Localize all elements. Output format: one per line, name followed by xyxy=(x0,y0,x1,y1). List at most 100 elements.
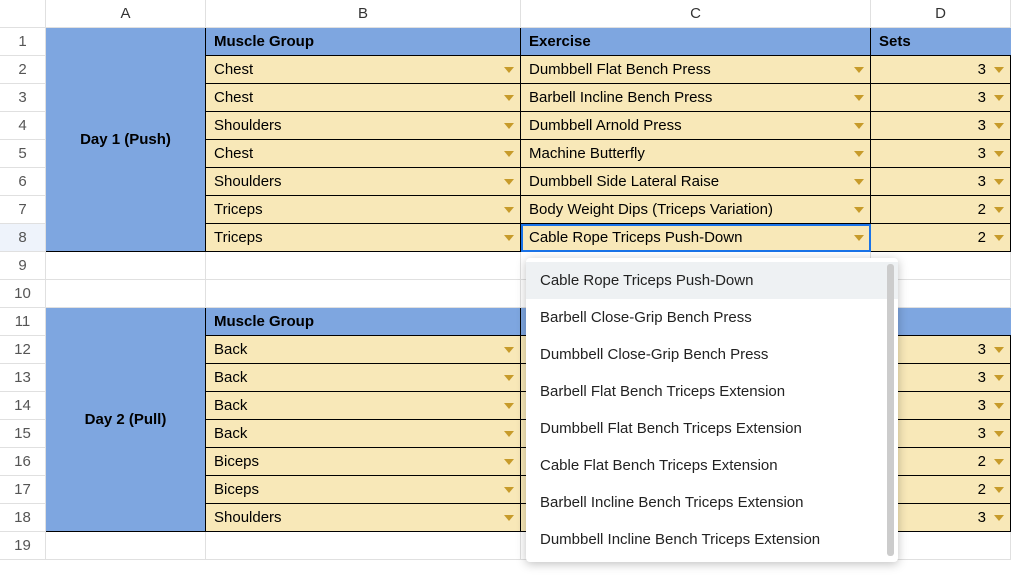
chevron-down-icon xyxy=(504,403,514,409)
row-header-18[interactable]: 18 xyxy=(0,504,46,532)
corner-cell[interactable] xyxy=(0,0,46,28)
dropdown-option[interactable]: Cable Flat Bench Triceps Extension xyxy=(526,447,898,484)
empty-cell[interactable] xyxy=(46,252,206,280)
header-muscle-1[interactable]: Muscle Group xyxy=(206,28,521,56)
cell-text: Dumbbell Flat Bench Press xyxy=(529,61,711,78)
chevron-down-icon xyxy=(994,459,1004,465)
scrollbar[interactable] xyxy=(887,264,894,556)
sets-cell[interactable]: 3 xyxy=(871,140,1011,168)
row-header-19[interactable]: 19 xyxy=(0,532,46,560)
empty-cell[interactable] xyxy=(206,532,521,560)
cell-text: Shoulders xyxy=(214,173,282,190)
muscle-cell[interactable]: Shoulders xyxy=(206,504,521,532)
header-exercise-1[interactable]: Exercise xyxy=(521,28,871,56)
chevron-down-icon xyxy=(994,179,1004,185)
exercise-cell[interactable]: Barbell Incline Bench Press xyxy=(521,84,871,112)
empty-cell[interactable] xyxy=(46,280,206,308)
muscle-cell[interactable]: Triceps xyxy=(206,224,521,252)
sets-cell[interactable]: 2 xyxy=(871,196,1011,224)
muscle-cell[interactable]: Biceps xyxy=(206,448,521,476)
dropdown-option[interactable]: Dumbbell Close-Grip Bench Press xyxy=(526,336,898,373)
row-header-10[interactable]: 10 xyxy=(0,280,46,308)
header-muscle-2[interactable]: Muscle Group xyxy=(206,308,521,336)
muscle-cell[interactable]: Biceps xyxy=(206,476,521,504)
row-header-5[interactable]: 5 xyxy=(0,140,46,168)
chevron-down-icon xyxy=(504,95,514,101)
row-header-6[interactable]: 6 xyxy=(0,168,46,196)
row-header-4[interactable]: 4 xyxy=(0,112,46,140)
row-header-13[interactable]: 13 xyxy=(0,364,46,392)
muscle-cell[interactable]: Chest xyxy=(206,56,521,84)
row-header-7[interactable]: 7 xyxy=(0,196,46,224)
dropdown-option[interactable]: Cable Rope Triceps Push-Down xyxy=(526,262,898,299)
validation-dropdown[interactable]: Cable Rope Triceps Push-Down Barbell Clo… xyxy=(526,258,898,562)
muscle-cell[interactable]: Shoulders xyxy=(206,112,521,140)
empty-cell[interactable] xyxy=(206,280,521,308)
sets-cell[interactable]: 3 xyxy=(871,112,1011,140)
cell-text: Barbell Incline Bench Press xyxy=(529,89,712,106)
muscle-cell[interactable]: Chest xyxy=(206,84,521,112)
sets-cell[interactable]: 3 xyxy=(871,56,1011,84)
cell-text: 3 xyxy=(978,509,986,526)
muscle-cell[interactable]: Triceps xyxy=(206,196,521,224)
exercise-cell[interactable]: Body Weight Dips (Triceps Variation) xyxy=(521,196,871,224)
row-header-12[interactable]: 12 xyxy=(0,336,46,364)
dropdown-option[interactable]: Barbell Incline Bench Triceps Extension xyxy=(526,484,898,521)
chevron-down-icon xyxy=(994,403,1004,409)
chevron-down-icon xyxy=(504,375,514,381)
col-header-B[interactable]: B xyxy=(206,0,521,28)
empty-cell[interactable] xyxy=(206,252,521,280)
cell-text: 2 xyxy=(978,229,986,246)
empty-cell[interactable] xyxy=(46,532,206,560)
header-sets-1[interactable]: Sets xyxy=(871,28,1011,56)
row-header-17[interactable]: 17 xyxy=(0,476,46,504)
row-header-2[interactable]: 2 xyxy=(0,56,46,84)
dropdown-option[interactable]: Barbell Flat Bench Triceps Extension xyxy=(526,373,898,410)
dropdown-option[interactable]: Barbell Close-Grip Bench Press xyxy=(526,299,898,336)
row-header-11[interactable]: 11 xyxy=(0,308,46,336)
col-header-C[interactable]: C xyxy=(521,0,871,28)
cell-text: Chest xyxy=(214,145,253,162)
sets-cell[interactable]: 3 xyxy=(871,84,1011,112)
cell-text: Dumbbell Side Lateral Raise xyxy=(529,173,719,190)
chevron-down-icon xyxy=(994,375,1004,381)
chevron-down-icon xyxy=(854,123,864,129)
row-header-15[interactable]: 15 xyxy=(0,420,46,448)
day2-title[interactable]: Day 2 (Pull) xyxy=(46,308,206,532)
muscle-cell[interactable]: Back xyxy=(206,392,521,420)
exercise-cell[interactable]: Machine Butterfly xyxy=(521,140,871,168)
row-header-1[interactable]: 1 xyxy=(0,28,46,56)
row-header-8[interactable]: 8 xyxy=(0,224,46,252)
cell-text: Triceps xyxy=(214,201,263,218)
row-header-3[interactable]: 3 xyxy=(0,84,46,112)
muscle-cell[interactable]: Chest xyxy=(206,140,521,168)
chevron-down-icon xyxy=(504,235,514,241)
col-header-D[interactable]: D xyxy=(871,0,1011,28)
cell-text: Shoulders xyxy=(214,509,282,526)
exercise-cell[interactable]: Dumbbell Side Lateral Raise xyxy=(521,168,871,196)
row-header-16[interactable]: 16 xyxy=(0,448,46,476)
muscle-cell[interactable]: Shoulders xyxy=(206,168,521,196)
cell-text: 3 xyxy=(978,89,986,106)
chevron-down-icon xyxy=(504,431,514,437)
muscle-cell[interactable]: Back xyxy=(206,420,521,448)
row-header-9[interactable]: 9 xyxy=(0,252,46,280)
cell-text: Cable Rope Triceps Push-Down xyxy=(529,229,742,246)
cell-text: 3 xyxy=(978,397,986,414)
exercise-cell-selected[interactable]: Cable Rope Triceps Push-Down xyxy=(521,224,871,252)
exercise-cell[interactable]: Dumbbell Arnold Press xyxy=(521,112,871,140)
exercise-cell[interactable]: Dumbbell Flat Bench Press xyxy=(521,56,871,84)
sets-cell[interactable]: 2 xyxy=(871,224,1011,252)
muscle-cell[interactable]: Back xyxy=(206,336,521,364)
muscle-cell[interactable]: Back xyxy=(206,364,521,392)
dropdown-option[interactable]: Dumbbell Flat Bench Triceps Extension xyxy=(526,410,898,447)
cell-text: 3 xyxy=(978,117,986,134)
day1-title[interactable]: Day 1 (Push) xyxy=(46,28,206,252)
dropdown-option[interactable]: Dumbbell Incline Bench Triceps Extension xyxy=(526,521,898,558)
col-header-A[interactable]: A xyxy=(46,0,206,28)
row-header-14[interactable]: 14 xyxy=(0,392,46,420)
chevron-down-icon xyxy=(994,347,1004,353)
sets-cell[interactable]: 3 xyxy=(871,168,1011,196)
chevron-down-icon xyxy=(854,67,864,73)
chevron-down-icon xyxy=(854,179,864,185)
